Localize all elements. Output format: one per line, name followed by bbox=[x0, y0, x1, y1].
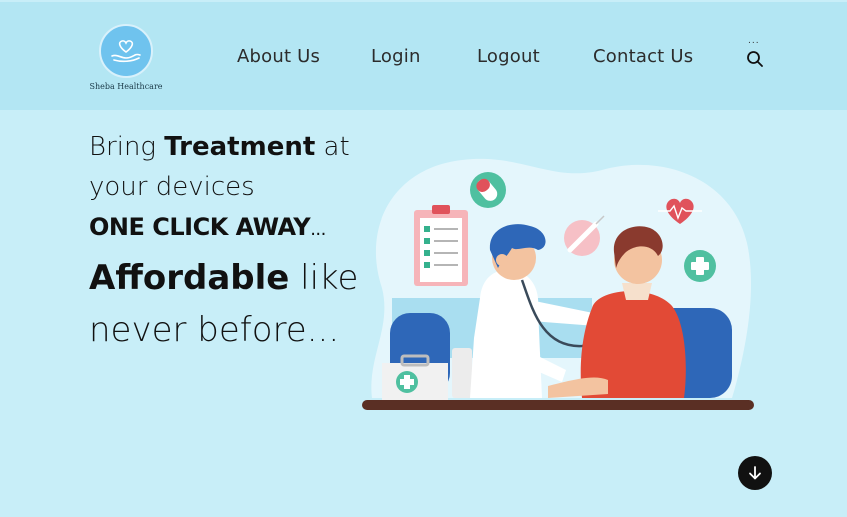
nav-about-us[interactable]: About Us bbox=[237, 46, 320, 67]
menu-dots: ... bbox=[748, 36, 760, 46]
arrow-down-icon bbox=[749, 466, 761, 480]
doctor-examining-patient-illustration bbox=[362, 158, 754, 410]
hero-line-2: your devices bbox=[89, 172, 255, 202]
hero-line-5: never before... bbox=[89, 310, 340, 350]
brand-logo[interactable] bbox=[99, 24, 153, 78]
nav-logout[interactable]: Logout bbox=[477, 46, 540, 67]
heart-hand-icon bbox=[111, 40, 141, 63]
search-icon bbox=[747, 51, 763, 67]
scroll-down-button[interactable] bbox=[738, 456, 772, 490]
hero-line-1: Bring Treatment at bbox=[89, 132, 350, 162]
hero-line-4: Affordable like bbox=[89, 258, 359, 298]
nav-login[interactable]: Login bbox=[371, 46, 421, 67]
brand-name: Sheba Healthcare bbox=[89, 82, 163, 91]
navbar: Sheba Healthcare About Us Login Logout C… bbox=[0, 2, 847, 110]
search-button[interactable] bbox=[746, 50, 764, 68]
nav-contact-us[interactable]: Contact Us bbox=[593, 46, 693, 67]
hero-line-3: ONE CLICK AWAY... bbox=[89, 213, 326, 241]
